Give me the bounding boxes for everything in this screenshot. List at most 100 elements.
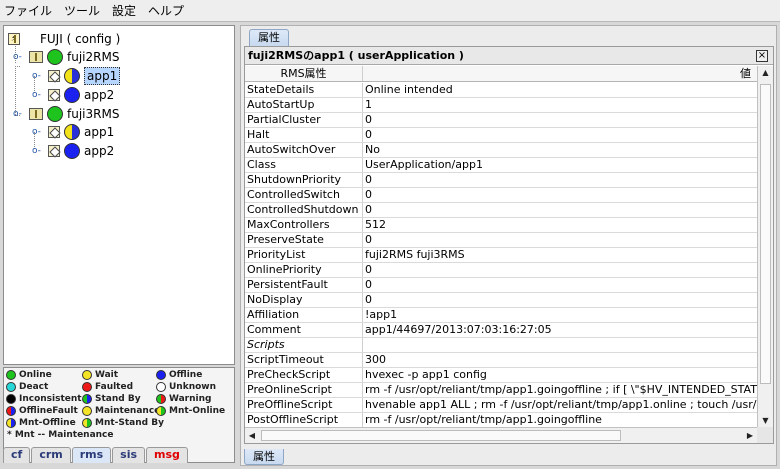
attribute-value: 300 — [365, 353, 386, 366]
scroll-down-icon[interactable]: ▼ — [758, 414, 773, 428]
table-row[interactable]: PriorityList fuji2RMS fuji3RMS — [245, 248, 757, 263]
tree-node-label: fuji2RMS — [67, 50, 120, 64]
attribute-value: rm -f /usr/opt/reliant/tmp/app1.goingoff… — [365, 413, 602, 426]
legend-online: Online — [6, 370, 52, 380]
key-icon: o- — [32, 71, 41, 81]
tree-node-fuji2rms[interactable]: o- fuji2RMS — [13, 48, 119, 66]
attribute-name: OnlinePriority — [245, 263, 363, 277]
tree-app-fuji3rms-app1[interactable]: o- app1 — [32, 123, 114, 141]
table-row[interactable]: OnlinePriority 0 — [245, 263, 757, 278]
column-header-attribute[interactable]: RMS属性 — [245, 66, 363, 81]
table-row[interactable]: Halt 0 — [245, 128, 757, 143]
attribute-name: Class — [245, 158, 363, 172]
attribute-name: PreOnlineScript — [245, 383, 363, 397]
tree-app-fuji2rms-app1[interactable]: o- app1 — [32, 67, 121, 85]
tab-attributes-top[interactable]: 属性 — [249, 29, 289, 46]
attribute-value: 0 — [365, 173, 372, 186]
faulted-dot-icon — [82, 382, 92, 392]
bottom-tabs: cf crm rms sis msg — [3, 447, 189, 463]
tab-crm[interactable]: crm — [31, 447, 71, 463]
attribute-panel: fuji2RMSのapp1 ( userApplication ) × RMS属… — [244, 46, 774, 444]
attribute-value: 0 — [365, 203, 372, 216]
scroll-left-icon[interactable]: ◀ — [245, 428, 259, 443]
attribute-value: 0 — [365, 293, 372, 306]
deact-dot-icon — [6, 382, 16, 392]
table-row[interactable]: PreCheckScript hvexec -p app1 config — [245, 368, 757, 383]
column-header-value[interactable]: 値 — [363, 66, 757, 81]
table-row[interactable]: Comment app1/44697/2013:07:03:16:27:05 — [245, 323, 757, 338]
app-icon — [48, 126, 60, 138]
wait-dot-icon — [82, 370, 92, 380]
scroll-corner — [757, 427, 773, 443]
tab-rms[interactable]: rms — [71, 447, 112, 463]
attribute-name: AutoStartUp — [245, 98, 363, 112]
tree-root[interactable]: ⚡ FUJI ( config ) — [8, 30, 120, 48]
legend-unknown: Unknown — [156, 382, 216, 392]
legend-warning: Warning — [156, 394, 211, 404]
table-row[interactable]: Scripts — [245, 338, 757, 353]
attribute-name: ControlledSwitch — [245, 188, 363, 202]
table-row[interactable]: ScriptTimeout 300 — [245, 353, 757, 368]
attribute-value: UserApplication/app1 — [365, 158, 483, 171]
offlinefault-dot-icon — [6, 406, 16, 416]
tab-attributes-bottom[interactable]: 属性 — [244, 449, 284, 465]
table-row[interactable]: PreOfflineScript hvenable app1 ALL ; rm -… — [245, 398, 757, 413]
table-row[interactable]: PreOnlineScript rm -f /usr/opt/reliant/tm… — [245, 383, 757, 398]
table-row[interactable]: PersistentFault 0 — [245, 278, 757, 293]
table-row[interactable]: ControlledShutdown 0 — [245, 203, 757, 218]
table-row[interactable]: Class UserApplication/app1 — [245, 158, 757, 173]
tab-sis[interactable]: sis — [112, 447, 146, 463]
left-pane: ⚡ FUJI ( config ) o- fuji2RMS o- app1 o-… — [3, 25, 235, 466]
tree-app-fuji2rms-app2[interactable]: o- app2 — [32, 86, 114, 104]
table-header: RMS属性 値 — [245, 66, 757, 82]
close-button[interactable]: × — [756, 50, 768, 62]
table-row[interactable]: NoDisplay 0 — [245, 293, 757, 308]
vertical-scrollbar[interactable]: ▲ ▼ — [757, 66, 773, 428]
attribute-name: AutoSwitchOver — [245, 143, 363, 157]
standby-dot-icon — [82, 394, 92, 404]
scroll-up-icon[interactable]: ▲ — [758, 66, 773, 80]
attribute-value: 1 — [365, 98, 372, 111]
attribute-name: PartialCluster — [245, 113, 363, 127]
tree-app-label: app1 — [84, 67, 121, 85]
legend-offline: Offline — [156, 370, 202, 380]
right-pane: 属性 fuji2RMSのapp1 ( userApplication ) × R… — [240, 25, 777, 466]
attribute-value: 0 — [365, 263, 372, 276]
scroll-thumb[interactable] — [760, 84, 771, 384]
scroll-right-icon[interactable]: ▶ — [743, 428, 757, 443]
attribute-table: StateDetails Online intended AutoStartUp 1 P… — [245, 83, 757, 428]
table-row[interactable]: MaxControllers 512 — [245, 218, 757, 233]
tree-app-fuji3rms-app2[interactable]: o- app2 — [32, 142, 114, 160]
table-row[interactable]: PreserveState 0 — [245, 233, 757, 248]
table-row[interactable]: Affiliation !app1 — [245, 308, 757, 323]
warning-dot-icon — [156, 394, 166, 404]
attribute-name: PreOfflineScript — [245, 398, 363, 412]
attribute-value — [363, 338, 757, 352]
legend-standby: Stand By — [82, 394, 141, 404]
horizontal-scrollbar[interactable]: ◀ ▶ — [245, 427, 757, 443]
tab-msg[interactable]: msg — [146, 447, 188, 463]
legend-mnt-standby: Mnt-Stand By — [82, 418, 164, 428]
mixed-status-icon — [64, 124, 80, 140]
menu-tools[interactable]: ツール — [64, 0, 100, 22]
table-row[interactable]: AutoSwitchOver No — [245, 143, 757, 158]
table-row[interactable]: AutoStartUp 1 — [245, 98, 757, 113]
attribute-name: ScriptTimeout — [245, 353, 363, 367]
table-row[interactable]: ShutdownPriority 0 — [245, 173, 757, 188]
legend-faulted: Faulted — [82, 382, 133, 392]
menu-file[interactable]: ファイル — [4, 0, 52, 22]
menu-help[interactable]: ヘルプ — [148, 0, 184, 22]
offline-status-icon — [64, 87, 80, 103]
table-row[interactable]: ControlledSwitch 0 — [245, 188, 757, 203]
legend-deact: Deact — [6, 382, 48, 392]
table-row[interactable]: PartialCluster 0 — [245, 113, 757, 128]
menu-settings[interactable]: 設定 — [112, 0, 136, 22]
attribute-value: rm -f /usr/opt/reliant/tmp/app1.goingoff… — [365, 383, 757, 396]
key-icon: o- — [32, 127, 41, 137]
table-row[interactable]: PostOfflineScript rm -f /usr/opt/reliant/… — [245, 413, 757, 428]
tree-node-fuji3rms[interactable]: o- fuji3RMS — [13, 105, 119, 123]
tab-cf[interactable]: cf — [3, 447, 31, 463]
scroll-thumb-horizontal[interactable] — [261, 430, 621, 441]
table-row[interactable]: StateDetails Online intended — [245, 83, 757, 98]
app-icon — [48, 145, 60, 157]
